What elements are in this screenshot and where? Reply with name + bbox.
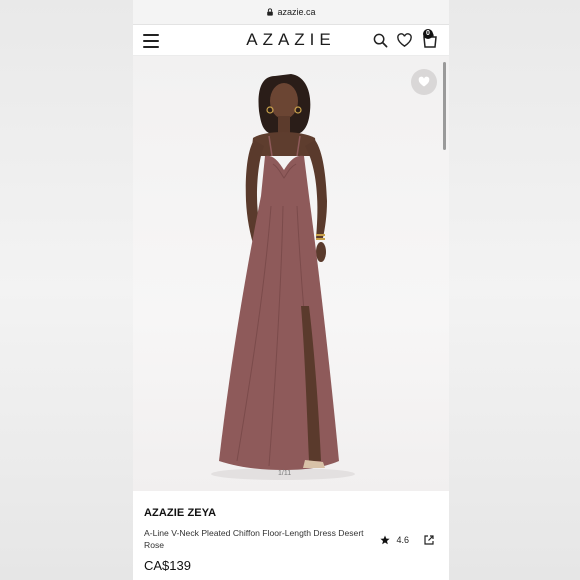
- cart-button[interactable]: 0: [421, 29, 439, 49]
- hamburger-menu-icon[interactable]: [143, 33, 159, 48]
- cart-count-badge: 0: [423, 29, 433, 39]
- search-icon[interactable]: [373, 33, 388, 48]
- product-brand[interactable]: AZAZIE ZEYA: [144, 507, 438, 519]
- product-image[interactable]: 1/11: [133, 56, 449, 491]
- lock-icon: [267, 8, 274, 16]
- product-price: CA$139: [144, 558, 191, 573]
- product-subtitle: A-Line V-Neck Pleated Chiffon Floor-Leng…: [144, 528, 364, 550]
- background-right: [449, 0, 580, 580]
- star-icon: [380, 535, 391, 545]
- product-details: AZAZIE ZEYA A-Line V-Neck Pleated Chiffo…: [133, 491, 449, 573]
- heart-icon[interactable]: [397, 32, 412, 48]
- model-in-dress-photo: [211, 74, 355, 480]
- share-icon[interactable]: [423, 534, 435, 546]
- scrollbar[interactable]: [443, 62, 446, 150]
- image-counter: 1/11: [278, 470, 292, 477]
- favorite-button[interactable]: [411, 69, 437, 95]
- phone-screen: azazie.ca AZAZIE 0 1/11 AZAZIE ZEYA A-Li…: [133, 0, 449, 580]
- url-text: azazie.ca: [277, 7, 316, 17]
- rating-value[interactable]: 4.6: [396, 535, 409, 545]
- browser-url-bar[interactable]: azazie.ca: [133, 0, 449, 25]
- header-actions: 0: [373, 29, 439, 49]
- heart-icon: [418, 76, 430, 87]
- rating-group: 4.6: [380, 534, 435, 546]
- site-header: AZAZIE 0: [133, 25, 449, 56]
- background-left: [0, 0, 133, 580]
